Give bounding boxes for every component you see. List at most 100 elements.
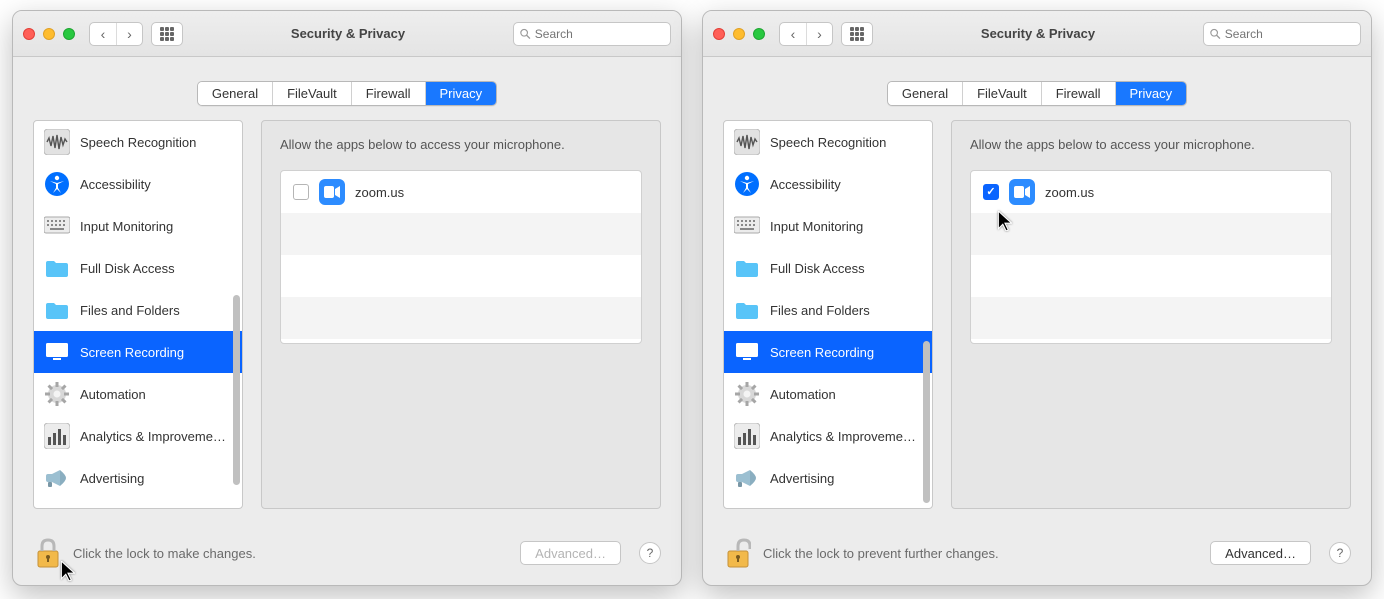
show-all-button[interactable]	[841, 22, 873, 46]
tab-filevault[interactable]: FileVault	[272, 82, 351, 105]
nav-buttons: ‹ ›	[779, 22, 833, 46]
main-area: Speech Recognition Accessibility Input M…	[703, 120, 1371, 521]
sidebar-item-accessibility[interactable]: Accessibility	[34, 163, 242, 205]
minimize-icon[interactable]	[733, 28, 745, 40]
sidebar-item-label: Input Monitoring	[80, 219, 232, 234]
zoom-icon	[1009, 179, 1035, 205]
sidebar-item-files-folders[interactable]: Files and Folders	[34, 289, 242, 331]
content-pane: Allow the apps below to access your micr…	[261, 120, 661, 509]
sidebar-item-label: Screen Recording	[80, 345, 232, 360]
sidebar-item-label: Speech Recognition	[80, 135, 232, 150]
sidebar-item-full-disk[interactable]: Full Disk Access	[724, 247, 932, 289]
sidebar-item-label: Speech Recognition	[770, 135, 922, 150]
tab-firewall[interactable]: Firewall	[351, 82, 425, 105]
sidebar-item-automation[interactable]: Automation	[34, 373, 242, 415]
lock-button[interactable]	[33, 535, 63, 571]
close-icon[interactable]	[23, 28, 35, 40]
sidebar-item-files-folders[interactable]: Files and Folders	[724, 289, 932, 331]
sidebar: Speech Recognition Accessibility Input M…	[723, 120, 933, 509]
sidebar-item-label: Accessibility	[80, 177, 232, 192]
search-input[interactable]	[535, 27, 664, 41]
scrollbar[interactable]	[232, 125, 240, 504]
window-left: ‹ › Security & Privacy General FileVault…	[12, 10, 682, 586]
sidebar-item-analytics[interactable]: Analytics & Improveme…	[34, 415, 242, 457]
list-item	[281, 213, 641, 255]
sidebar-item-speech[interactable]: Speech Recognition	[724, 121, 932, 163]
sidebar-item-label: Advertising	[770, 471, 922, 486]
zoom-icon	[319, 179, 345, 205]
sidebar-item-label: Automation	[770, 387, 922, 402]
barchart-icon	[44, 423, 70, 449]
accessibility-icon	[734, 171, 760, 197]
sidebar-item-accessibility[interactable]: Accessibility	[724, 163, 932, 205]
list-item	[971, 297, 1331, 339]
sidebar-item-input-monitoring[interactable]: Input Monitoring	[34, 205, 242, 247]
close-icon[interactable]	[713, 28, 725, 40]
traffic-lights	[713, 28, 765, 40]
advanced-button[interactable]: Advanced…	[520, 541, 621, 565]
lock-text: Click the lock to make changes.	[73, 546, 510, 561]
fullscreen-icon[interactable]	[63, 28, 75, 40]
sidebar-item-label: Files and Folders	[80, 303, 232, 318]
sidebar-item-speech[interactable]: Speech Recognition	[34, 121, 242, 163]
folder-icon	[44, 297, 70, 323]
search-field[interactable]	[1203, 22, 1361, 46]
sidebar-item-input-monitoring[interactable]: Input Monitoring	[724, 205, 932, 247]
grid-icon	[160, 27, 174, 41]
tab-filevault[interactable]: FileVault	[962, 82, 1041, 105]
sidebar-item-advertising[interactable]: Advertising	[34, 457, 242, 499]
keyboard-icon	[734, 213, 760, 239]
sidebar-item-full-disk[interactable]: Full Disk Access	[34, 247, 242, 289]
forward-button[interactable]: ›	[116, 23, 142, 45]
gear-icon	[734, 381, 760, 407]
search-field[interactable]	[513, 22, 671, 46]
back-button[interactable]: ‹	[780, 23, 806, 45]
advanced-button[interactable]: Advanced…	[1210, 541, 1311, 565]
scrollbar[interactable]	[922, 125, 930, 504]
waveform-icon	[44, 129, 70, 155]
tab-privacy[interactable]: Privacy	[1115, 82, 1187, 105]
tab-firewall[interactable]: Firewall	[1041, 82, 1115, 105]
tab-general[interactable]: General	[198, 82, 272, 105]
lock-button[interactable]	[723, 535, 753, 571]
show-all-button[interactable]	[151, 22, 183, 46]
scrollbar-thumb[interactable]	[233, 295, 240, 485]
sidebar-item-label: Analytics & Improveme…	[770, 429, 922, 444]
content-pane: Allow the apps below to access your micr…	[951, 120, 1351, 509]
lock-closed-icon	[35, 537, 61, 569]
sidebar-item-screen-recording[interactable]: Screen Recording	[34, 331, 242, 373]
search-icon	[1210, 28, 1221, 40]
list-item	[281, 255, 641, 297]
help-button[interactable]: ?	[1329, 542, 1351, 564]
tab-general[interactable]: General	[888, 82, 962, 105]
window-right: ‹ › Security & Privacy General FileVault…	[702, 10, 1372, 586]
app-checkbox[interactable]	[293, 184, 309, 200]
content-description: Allow the apps below to access your micr…	[280, 137, 642, 152]
sidebar-item-screen-recording[interactable]: Screen Recording	[724, 331, 932, 373]
waveform-icon	[734, 129, 760, 155]
folder-icon	[734, 297, 760, 323]
nav-buttons: ‹ ›	[89, 22, 143, 46]
megaphone-icon	[734, 465, 760, 491]
back-button[interactable]: ‹	[90, 23, 116, 45]
forward-button[interactable]: ›	[806, 23, 832, 45]
app-checkbox[interactable]	[983, 184, 999, 200]
monitor-icon	[44, 339, 70, 365]
tab-privacy[interactable]: Privacy	[425, 82, 497, 105]
sidebar-item-label: Accessibility	[770, 177, 922, 192]
search-input[interactable]	[1225, 27, 1354, 41]
sidebar-item-label: Files and Folders	[770, 303, 922, 318]
main-area: Speech Recognition Accessibility Input M…	[13, 120, 681, 521]
keyboard-icon	[44, 213, 70, 239]
help-button[interactable]: ?	[639, 542, 661, 564]
scrollbar-thumb[interactable]	[923, 341, 930, 503]
sidebar-item-analytics[interactable]: Analytics & Improveme…	[724, 415, 932, 457]
folder-icon	[734, 255, 760, 281]
gear-icon	[44, 381, 70, 407]
fullscreen-icon[interactable]	[753, 28, 765, 40]
window-title: Security & Privacy	[191, 26, 505, 41]
sidebar-item-advertising[interactable]: Advertising	[724, 457, 932, 499]
minimize-icon[interactable]	[43, 28, 55, 40]
tab-bar: General FileVault Firewall Privacy	[197, 81, 497, 106]
sidebar-item-automation[interactable]: Automation	[724, 373, 932, 415]
